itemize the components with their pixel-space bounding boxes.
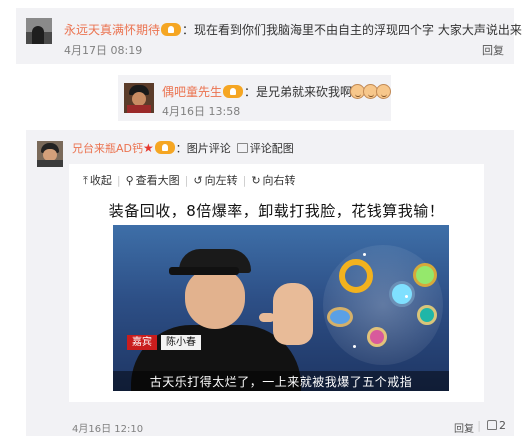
comment-date: 4月17日 08:19 [64, 44, 143, 57]
avatar[interactable] [124, 83, 154, 113]
comment-1-line: 永远天真满怀期待 ：现在看到你们我脑海里不由自主的浮现四个字 大家大声说出来 [64, 23, 522, 37]
comment-2: 偶吧童先生 ：是兄弟就来砍我啊 4月16日 13:58 [118, 75, 392, 121]
comment-1: 永远天真满怀期待 ：现在看到你们我脑海里不由自主的浮现四个字 大家大声说出来 4月… [16, 8, 522, 64]
rotate-right-icon: ↻ [251, 174, 261, 187]
thumbs-up-icon [487, 420, 497, 430]
image-card: ⤒ 收起 | ⚲ 查看大图 | ↺ 向左转 | ↻ 向右转 装备回收，8倍爆率，卸载打我脸，花钱算我… [69, 164, 484, 402]
guest-badge: 嘉宾 [127, 335, 157, 350]
comment-image[interactable]: 嘉宾 陈小春 古天乐打得太烂了，一上来就被我爆了五个戒指 [113, 225, 449, 391]
emoji-icon [376, 84, 392, 99]
image-subtitle: 古天乐打得太烂了，一上来就被我爆了五个戒指 [149, 375, 413, 389]
comment-2-line: 偶吧童先生 ：是兄弟就来砍我啊 [162, 83, 392, 100]
vip-badge-icon [223, 85, 244, 98]
comment-text: 是兄弟就来砍我啊 [256, 85, 353, 99]
username-link[interactable]: 偶吧童先生 [162, 85, 222, 99]
rotate-left-button[interactable]: ↺ 向左转 [193, 174, 237, 187]
guest-name: 陈小春 [161, 335, 201, 350]
reply-link[interactable]: 回复 [482, 42, 504, 58]
username-link[interactable]: 永远天真满怀期待 [64, 23, 160, 37]
rotate-right-button[interactable]: ↻ 向右转 [251, 174, 295, 187]
view-large-button[interactable]: ⚲ 查看大图 [126, 174, 180, 187]
image-icon [236, 143, 248, 153]
image-comment-label: 图片评论 [186, 142, 231, 155]
rotate-left-icon: ↺ [193, 174, 203, 187]
collapse-button[interactable]: ⤒ 收起 [83, 174, 112, 187]
comment-3: 兄台来瓶AD钙★ ：图片评论 评论配图 ⤒ 收起 | ⚲ 查看大图 | ↺ 向左转 | ↻ 向右转 装备… [26, 130, 514, 436]
vip-badge-icon [161, 23, 182, 36]
comment-text: 现在看到你们我脑海里不由自主的浮现四个字 大家大声说出来 [194, 23, 522, 37]
view-thread-link[interactable]: 评论配图 [250, 142, 294, 155]
star-icon: ★ [143, 141, 154, 155]
comment-date: 4月16日 13:58 [162, 105, 241, 118]
comment-date: 4月16日 12:10 [72, 424, 144, 435]
comment-3-line: 兄台来瓶AD钙★ ：图片评论 评论配图 [72, 141, 294, 155]
like-count: 2 [499, 419, 506, 432]
collapse-icon: ⤒ [83, 174, 88, 187]
avatar[interactable] [26, 18, 52, 44]
image-toolbar: ⤒ 收起 | ⚲ 查看大图 | ↺ 向左转 | ↻ 向右转 [83, 174, 296, 187]
image-headline: 装备回收，8倍爆率，卸载打我脸，花钱算我输！ [108, 202, 445, 220]
avatar[interactable] [37, 141, 63, 167]
vip-badge-icon [154, 141, 175, 154]
like-button[interactable]: | 2 [471, 419, 506, 432]
username-link[interactable]: 兄台来瓶AD钙 [72, 142, 143, 155]
search-icon: ⚲ [125, 174, 134, 187]
